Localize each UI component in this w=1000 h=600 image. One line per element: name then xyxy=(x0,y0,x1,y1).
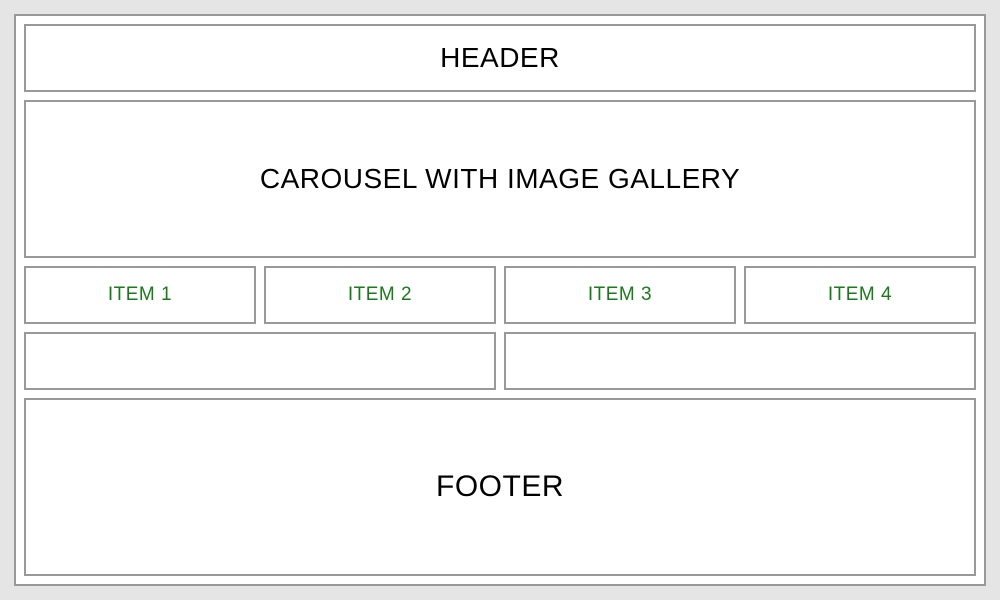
header-region: HEADER xyxy=(24,24,976,92)
item-label: ITEM 4 xyxy=(828,284,892,306)
header-title: HEADER xyxy=(440,42,560,74)
item-label: ITEM 1 xyxy=(108,284,172,306)
footer-label: FOOTER xyxy=(436,470,564,504)
item-label: ITEM 2 xyxy=(348,284,412,306)
item-3: ITEM 3 xyxy=(504,266,736,324)
item-2: ITEM 2 xyxy=(264,266,496,324)
item-4: ITEM 4 xyxy=(744,266,976,324)
item-label: ITEM 3 xyxy=(588,284,652,306)
panel-left xyxy=(24,332,496,390)
panels-row xyxy=(24,332,976,390)
item-1: ITEM 1 xyxy=(24,266,256,324)
carousel-region: CAROUSEL WITH IMAGE GALLERY xyxy=(24,100,976,258)
footer-region: FOOTER xyxy=(24,398,976,576)
panel-right xyxy=(504,332,976,390)
items-row: ITEM 1 ITEM 2 ITEM 3 ITEM 4 xyxy=(24,266,976,324)
wireframe-frame: HEADER CAROUSEL WITH IMAGE GALLERY ITEM … xyxy=(14,14,986,586)
carousel-label: CAROUSEL WITH IMAGE GALLERY xyxy=(260,163,740,195)
